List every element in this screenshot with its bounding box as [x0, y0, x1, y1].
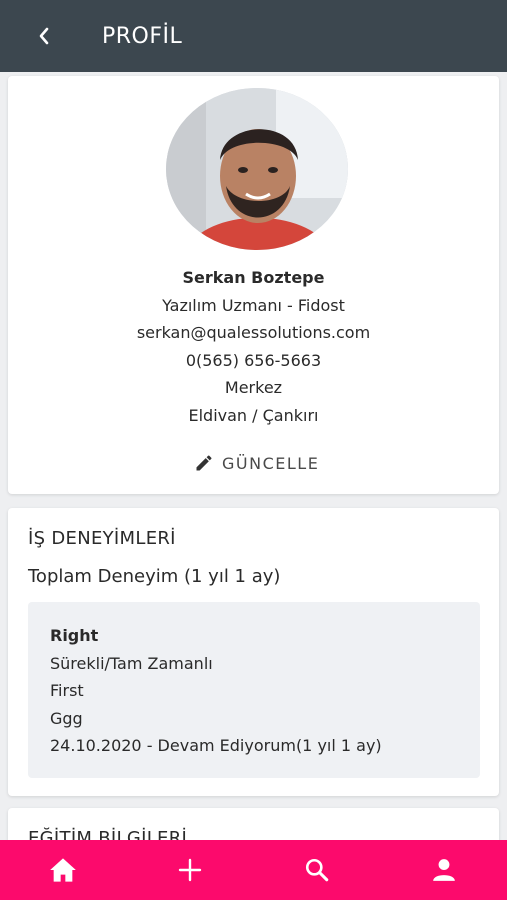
total-experience: Toplam Deneyim (1 yıl 1 ay) [28, 566, 281, 587]
chevron-left-icon [39, 27, 49, 45]
plus-icon [178, 858, 202, 882]
job-dates: 24.10.2020 - Devam Ediyorum(1 yıl 1 ay) [50, 736, 382, 755]
profile-email: serkan@qualessolutions.com [136, 323, 371, 342]
job-item[interactable]: Right Sürekli/Tam Zamanlı First Ggg 24.1… [28, 602, 480, 778]
profile-position: Yazılım Uzmanı - Fidost [162, 295, 345, 315]
avatar [166, 88, 348, 250]
nav-add-button[interactable] [166, 846, 214, 894]
app-bar: PROFİL [0, 0, 507, 72]
bottom-nav [0, 840, 507, 900]
pencil-icon [196, 455, 212, 471]
home-icon [50, 858, 77, 882]
profile-card: Serkan Boztepe Yazılım Uzmanı - Fidost s… [8, 76, 499, 494]
nav-profile-button[interactable] [420, 846, 468, 894]
job-type: Sürekli/Tam Zamanlı [50, 653, 213, 673]
job-title: Right [50, 626, 99, 645]
experience-section-title: İŞ DENEYİMLERİ [28, 528, 176, 549]
profile-location: Eldivan / Çankırı [188, 405, 319, 425]
experience-card: İŞ DENEYİMLERİ Toplam Deneyim (1 yıl 1 a… [8, 508, 499, 796]
profile-phone: 0(565) 656-5663 [185, 350, 322, 370]
education-card: EĞİTİM BİLGİLERİ [8, 808, 499, 840]
job-company: First [50, 681, 84, 700]
profile-name: Serkan Boztepe [182, 268, 325, 287]
nav-home-button[interactable] [39, 846, 87, 894]
back-button[interactable] [24, 16, 64, 56]
page-title: PROFİL [102, 23, 183, 49]
education-section-title: EĞİTİM BİLGİLERİ [28, 828, 188, 840]
search-icon [305, 858, 329, 882]
profile-info: Serkan Boztepe Yazılım Uzmanı - Fidost s… [8, 264, 499, 429]
update-label: GÜNCELLE [222, 453, 320, 473]
job-detail: Ggg [50, 708, 83, 728]
update-button[interactable]: GÜNCELLE [194, 448, 319, 478]
user-icon [432, 859, 455, 881]
profile-scroll-area[interactable]: Serkan Boztepe Yazılım Uzmanı - Fidost s… [0, 72, 507, 840]
nav-search-button[interactable] [293, 846, 341, 894]
profile-district: Merkez [224, 378, 283, 397]
